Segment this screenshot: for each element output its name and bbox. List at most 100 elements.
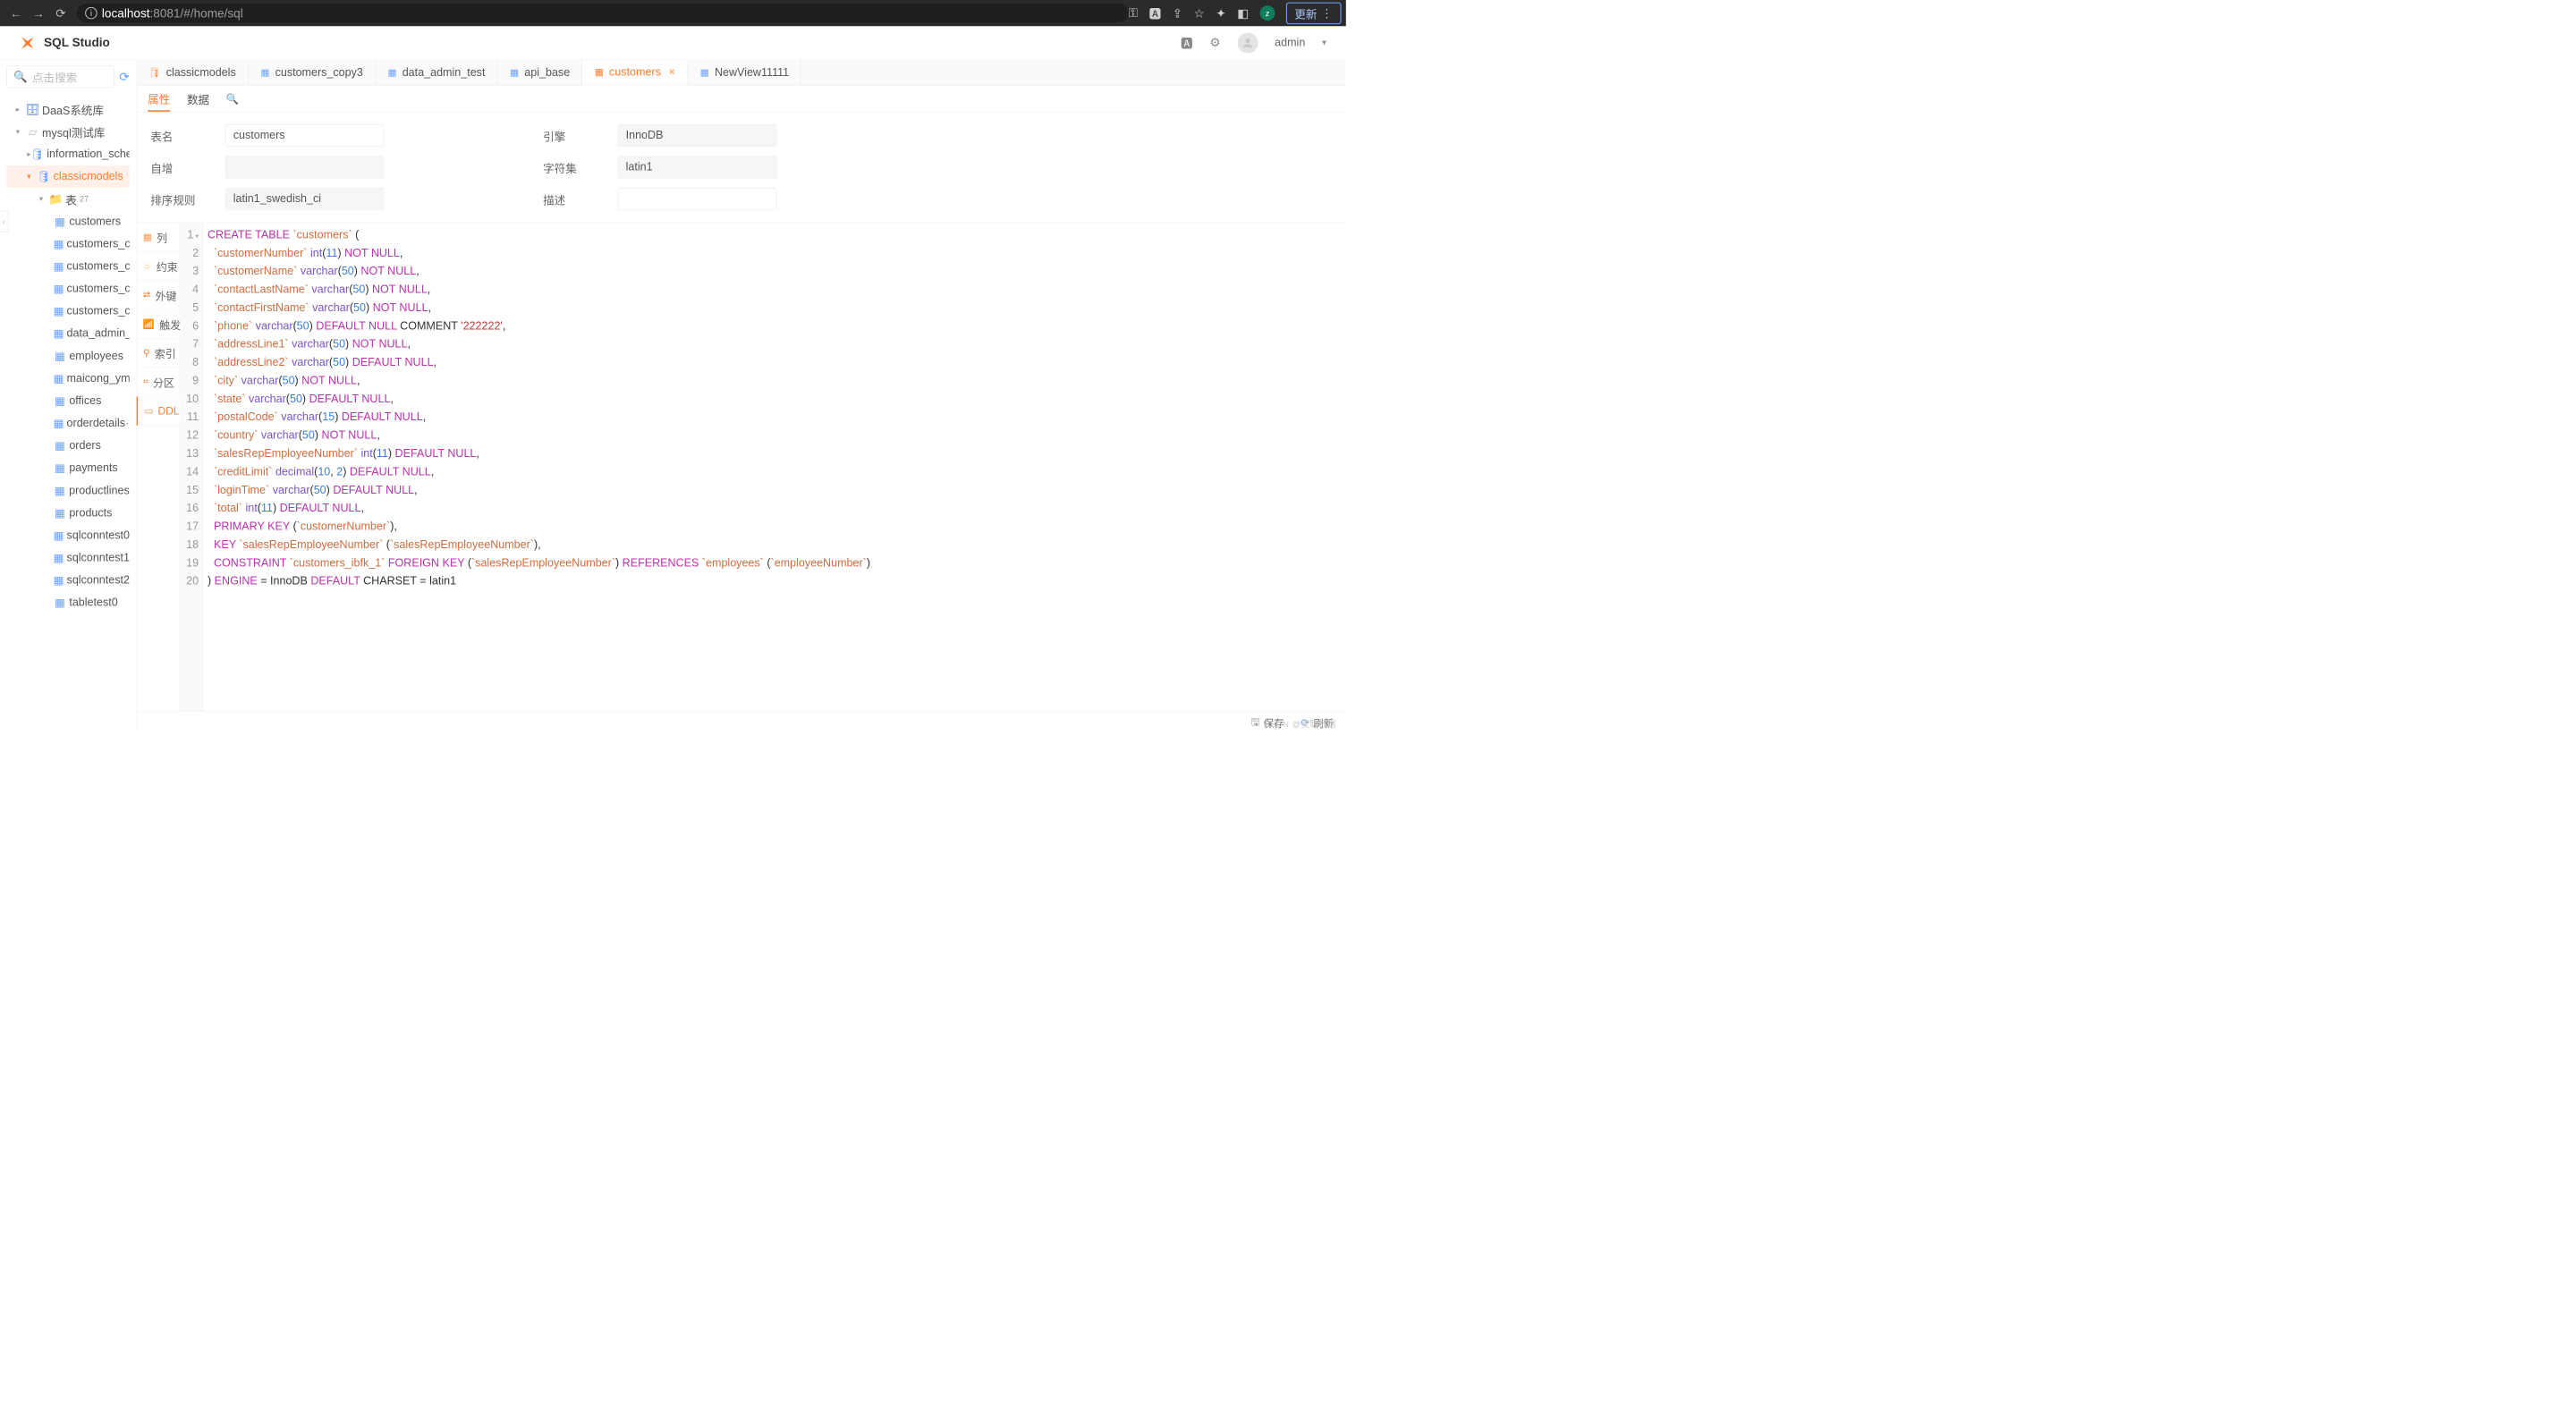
editor-code[interactable]: CREATE TABLE `customers` ( `customerNumb… bbox=[203, 223, 1346, 711]
table-icon: ▦ bbox=[54, 439, 67, 452]
table-icon: ▦ bbox=[54, 350, 67, 363]
line-number: 8 bbox=[181, 353, 199, 371]
chevron-down-icon[interactable]: ▾ bbox=[1322, 38, 1326, 47]
schema-icon: 🛢 bbox=[31, 148, 45, 161]
tree-table-customers_copy2[interactable]: ▦customers_copy2 bbox=[6, 255, 129, 277]
tree-table-offices[interactable]: ▦offices bbox=[6, 390, 129, 412]
tree-table-orderdetails[interactable]: ▦orderdetails⋯ bbox=[6, 412, 129, 435]
browser-update-button[interactable]: 更新 ⋮ bbox=[1286, 2, 1342, 24]
tree-table-maicong_ym_backu[interactable]: ▦maicong_ym_backu bbox=[6, 368, 129, 390]
language-icon[interactable]: 🅰 bbox=[1181, 34, 1193, 51]
section-constraints[interactable]: ☼约束 bbox=[137, 252, 181, 281]
line-number: 4 bbox=[181, 281, 199, 299]
tree-table-customers_copy2_c[interactable]: ▦customers_copy2_c bbox=[6, 277, 129, 300]
tree-tables-group[interactable]: ▾ 📁 表 27 bbox=[6, 188, 129, 210]
close-icon[interactable]: ✕ bbox=[668, 67, 675, 77]
browser-profile-badge[interactable]: z bbox=[1260, 5, 1275, 21]
prop-autoinc-input[interactable] bbox=[225, 156, 385, 179]
section-ddl[interactable]: ▭DDL bbox=[137, 397, 181, 426]
tree-table-sqlconntest1[interactable]: ▦sqlconntest1 bbox=[6, 546, 129, 569]
bookmark-icon[interactable]: ☆ bbox=[1194, 6, 1205, 21]
chevron-down-icon: ▾ bbox=[16, 127, 26, 136]
user-name: admin bbox=[1275, 36, 1305, 49]
url-host: localhost bbox=[102, 6, 150, 21]
partitions-icon: ⌗ bbox=[143, 376, 148, 387]
subtab-attributes[interactable]: 属性 bbox=[148, 86, 170, 112]
search-icon: 🔍 bbox=[13, 70, 28, 83]
section-indexes[interactable]: ⚲索引 bbox=[137, 339, 181, 368]
tree-table-productlines[interactable]: ▦productlines bbox=[6, 479, 129, 502]
tree-label: customers_copy1 bbox=[67, 237, 130, 250]
translate-icon[interactable]: 🅰 bbox=[1149, 4, 1162, 21]
share-icon[interactable]: ⇪ bbox=[1173, 6, 1182, 21]
tree-table-data_admin_test[interactable]: ▦data_admin_test bbox=[6, 323, 129, 345]
address-bar[interactable]: i localhost :8081/#/home/sql bbox=[77, 4, 1129, 22]
sidepanel-icon[interactable]: ◧ bbox=[1237, 6, 1249, 21]
subtab-data[interactable]: 数据 bbox=[187, 86, 209, 112]
tab-customers_copy3[interactable]: ▦customers_copy3 bbox=[249, 60, 376, 86]
tree-table-customers_copy3[interactable]: ▦customers_copy3 bbox=[6, 300, 129, 322]
tree-table-payments[interactable]: ▦payments bbox=[6, 457, 129, 479]
line-number: 1▾ bbox=[181, 225, 199, 243]
section-triggers[interactable]: 📶触发器 bbox=[137, 309, 181, 338]
more-icon[interactable]: ⋯ bbox=[125, 417, 130, 430]
extensions-icon[interactable]: ✦ bbox=[1216, 6, 1225, 21]
tab-customers[interactable]: ▦customers✕ bbox=[582, 60, 688, 86]
tab-data_admin_test[interactable]: ▦data_admin_test bbox=[376, 60, 498, 86]
prop-collation-label: 排序规则 bbox=[150, 190, 207, 207]
triggers-icon: 📶 bbox=[143, 318, 155, 330]
tree-label: customers_copy3 bbox=[67, 305, 130, 318]
editor-tabs: 🛢classicmodels▦customers_copy3▦data_admi… bbox=[137, 60, 1346, 86]
prop-charset-input[interactable]: latin1 bbox=[618, 156, 777, 179]
section-partitions[interactable]: ⌗分区 bbox=[137, 368, 181, 396]
line-number: 12 bbox=[181, 427, 199, 444]
key-icon[interactable]: ⚿ bbox=[1129, 5, 1138, 21]
user-avatar-icon[interactable] bbox=[1237, 32, 1258, 53]
tree-table-products[interactable]: ▦products bbox=[6, 502, 129, 524]
app-title: SQL Studio bbox=[44, 36, 110, 50]
site-info-icon[interactable]: i bbox=[85, 7, 97, 20]
save-icon: 🖫 bbox=[1251, 714, 1260, 732]
tree-table-orders[interactable]: ▦orders bbox=[6, 435, 129, 457]
prop-collation-input[interactable]: latin1_swedish_ci bbox=[225, 188, 385, 210]
search-input[interactable]: 🔍 点击搜索 bbox=[6, 65, 114, 88]
reload-icon[interactable]: ⟳ bbox=[49, 6, 72, 21]
table-section-tabs: ▦列 ☼约束 ⮂外键 📶触发器 ⚲索引 ⌗分区 ▭DDL bbox=[137, 223, 181, 711]
tab-NewView11111[interactable]: ▦NewView11111 bbox=[688, 60, 801, 86]
tree-db-daas[interactable]: ▸ 🗄 DaaS系统库 bbox=[6, 98, 129, 121]
tree-table-customers_copy1[interactable]: ▦customers_copy1 bbox=[6, 233, 129, 255]
tables-count: 27 bbox=[80, 194, 89, 204]
tree-table-customers[interactable]: ▦customers bbox=[6, 210, 129, 233]
tree-db-mysql[interactable]: ▾ ▱ mysql测试库 bbox=[6, 121, 129, 143]
prop-engine-input[interactable]: InnoDB bbox=[618, 124, 777, 147]
back-icon[interactable]: ← bbox=[4, 6, 27, 21]
prop-table-name-input[interactable]: customers bbox=[225, 124, 385, 147]
sidebar-collapse-handle[interactable]: ‹ bbox=[0, 210, 8, 233]
search-placeholder: 点击搜索 bbox=[32, 69, 77, 85]
tab-label: classicmodels bbox=[166, 66, 236, 80]
tree-table-employees[interactable]: ▦employees bbox=[6, 345, 129, 368]
tree-schema-info[interactable]: ▸ 🛢 information_schema bbox=[6, 143, 129, 165]
table-icon: ▦ bbox=[54, 461, 67, 475]
sql-editor[interactable]: 1▾234567891011121314151617181920 CREATE … bbox=[181, 223, 1346, 711]
indexes-icon: ⚲ bbox=[143, 347, 150, 359]
section-foreign-keys[interactable]: ⮂外键 bbox=[137, 281, 181, 309]
tree-schema-classicmodels[interactable]: ▾ 🛢 classicmodels bbox=[6, 165, 129, 188]
prop-desc-input[interactable] bbox=[618, 188, 777, 210]
tree-table-sqlconntest0[interactable]: ▦sqlconntest0 bbox=[6, 524, 129, 546]
line-number: 15 bbox=[181, 481, 199, 499]
sidebar: 🔍 点击搜索 ⟳ ▸ 🗄 DaaS系统库 ▾ ▱ mysql测试库 ▸ 🛢 in… bbox=[0, 60, 137, 733]
tree-label: 表 bbox=[65, 190, 77, 207]
search-icon[interactable]: 🔍 bbox=[226, 93, 239, 106]
tab-classicmodels[interactable]: 🛢classicmodels bbox=[137, 60, 249, 86]
tree-label: productlines bbox=[69, 484, 130, 497]
tree-table-sqlconntest2[interactable]: ▦sqlconntest2 bbox=[6, 569, 129, 591]
refresh-tree-icon[interactable]: ⟳ bbox=[119, 70, 129, 84]
tab-api_base[interactable]: ▦api_base bbox=[498, 60, 583, 86]
forward-icon[interactable]: → bbox=[27, 6, 49, 21]
section-columns[interactable]: ▦列 bbox=[137, 223, 181, 251]
tree-table-tabletest0[interactable]: ▦tabletest0 bbox=[6, 591, 129, 613]
settings-icon[interactable]: ⚙ bbox=[1209, 36, 1220, 50]
line-number: 7 bbox=[181, 335, 199, 353]
table-icon: ▦ bbox=[595, 66, 604, 78]
